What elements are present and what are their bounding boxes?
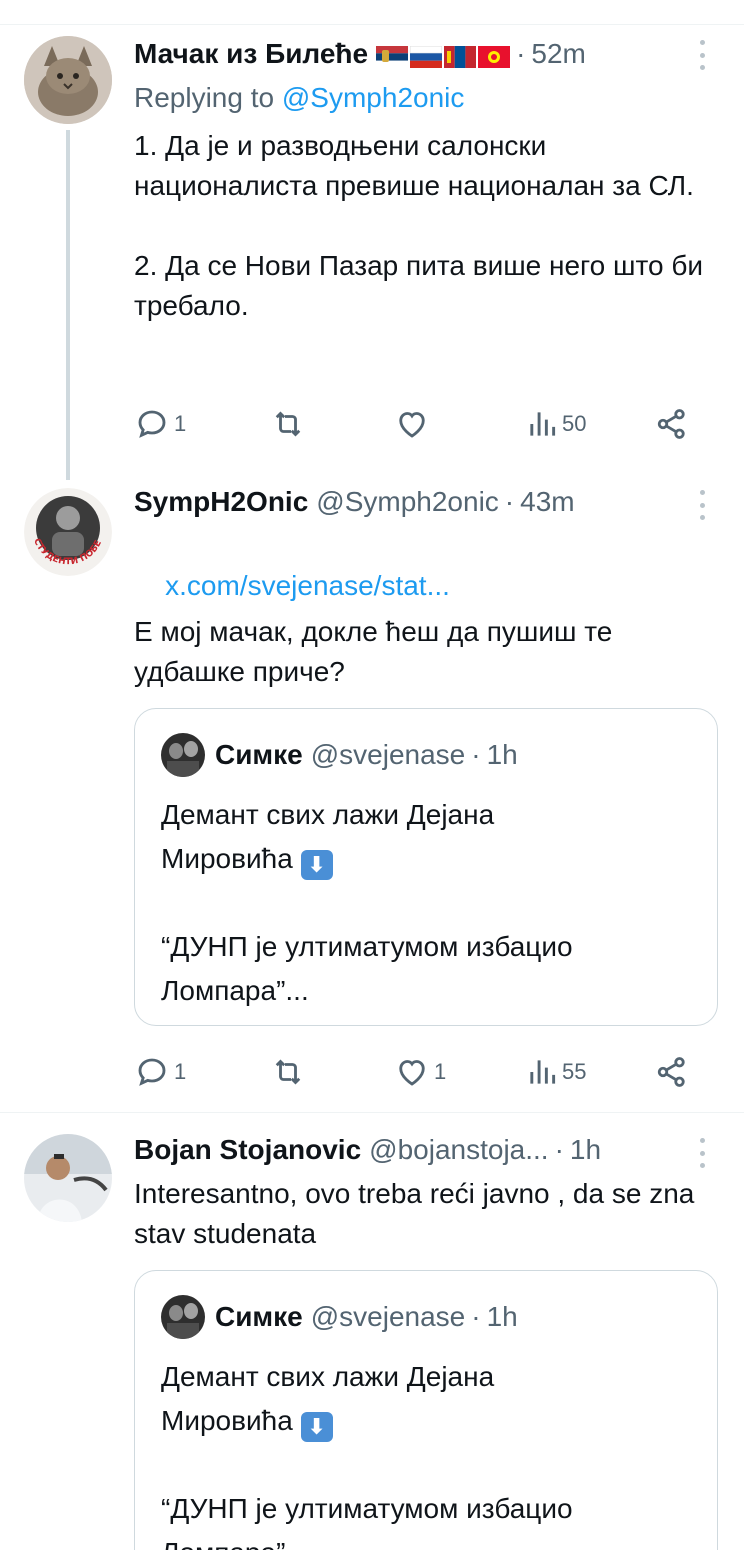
separator-dot: ·: [504, 486, 515, 517]
retweet-button[interactable]: [270, 1052, 306, 1092]
avatar[interactable]: [24, 1134, 112, 1222]
reply-icon: [134, 406, 170, 442]
timestamp[interactable]: 43m: [520, 486, 574, 518]
tweet-2[interactable]: СТУДЕНТИ ПОБЕЂУЈУ SympH2Onic @Symph2onic…: [0, 470, 744, 1110]
quote-author-name: Симке: [215, 739, 303, 770]
view-count: 50: [562, 411, 587, 436]
more-icon[interactable]: [696, 1138, 708, 1168]
author-name[interactable]: Bojan Stojanovic: [134, 1134, 361, 1166]
action-bar: 1 50: [134, 404, 694, 444]
timestamp[interactable]: 52m: [531, 38, 585, 70]
flag-emojis: [376, 43, 511, 68]
reply-count: 1: [174, 1059, 187, 1084]
tweet-header: SympH2Onic @Symph2onic · 43m: [134, 482, 714, 522]
more-icon[interactable]: [696, 490, 708, 520]
mongolia-flag-icon: [444, 43, 477, 68]
separator-dot: ·: [471, 1301, 481, 1332]
reply-count: 1: [174, 411, 187, 436]
view-count: 55: [562, 1059, 587, 1084]
tweet-text: Interesantno, ovo treba reći javno , da …: [134, 1178, 703, 1249]
quote-line: Ломпара”...: [161, 975, 309, 1006]
quoted-tweet[interactable]: Симке @svejenase · 1h Демант свих лажи Д…: [134, 708, 718, 1026]
like-button[interactable]: [394, 404, 434, 444]
reply-button[interactable]: 1: [134, 404, 186, 444]
quote-text: Демант свих лажи Дејана Мировића ⬇ “ДУНП…: [161, 1355, 697, 1550]
tweet-text: 1. Да је и разводњени салонски национали…: [134, 130, 704, 321]
author-handle[interactable]: @Symph2onic: [316, 486, 499, 518]
separator-dot: ·: [516, 38, 526, 69]
quote-timestamp: 1h: [486, 1301, 518, 1332]
replying-prefix: Replying to: [134, 82, 275, 113]
like-count: 1: [434, 1059, 447, 1084]
serbia-flag-icon: [376, 43, 409, 68]
separator-dot: ·: [554, 1134, 564, 1165]
share-button[interactable]: [654, 404, 690, 444]
replying-to: Replying to @Symph2onic: [134, 82, 464, 114]
action-bar: 1 1 55: [134, 1052, 694, 1092]
views-icon: [526, 1054, 558, 1090]
tweet-1[interactable]: Мачак из Билеће · 52m Replying to @Symph…: [0, 0, 744, 480]
thread-line: [66, 130, 70, 480]
more-icon[interactable]: [696, 40, 708, 70]
mention-link[interactable]: @Symph2onic: [282, 82, 465, 113]
views-icon: [526, 406, 558, 442]
share-icon: [654, 1054, 690, 1090]
quote-line: “ДУНП је ултиматумом избацио: [161, 1493, 573, 1524]
views-button[interactable]: 50: [526, 404, 586, 444]
retweet-icon: [270, 406, 306, 442]
quoted-tweet[interactable]: Симке @svejenase · 1h Демант свих лажи Д…: [134, 1270, 718, 1550]
tweet-text: Е мој мачак, докле ћеш да пушиш те удбаш…: [134, 616, 621, 687]
quote-line: Ломпара”: [161, 1537, 285, 1550]
views-button[interactable]: 55: [526, 1052, 586, 1092]
author-name[interactable]: SympH2Onic: [134, 486, 308, 518]
quote-header: Симке @svejenase · 1h: [161, 733, 518, 777]
like-icon: [394, 1054, 430, 1090]
reply-button[interactable]: 1: [134, 1052, 186, 1092]
tweet-3[interactable]: Bojan Stojanovic @bojanstoja... · 1h Int…: [0, 1112, 744, 1550]
quote-text: Демант свих лажи Дејана Мировића ⬇ “ДУНП…: [161, 793, 697, 1013]
russia-flag-icon: [409, 43, 443, 68]
reply-icon: [134, 1054, 170, 1090]
timestamp[interactable]: 1h: [570, 1134, 601, 1166]
author-name[interactable]: Мачак из Билеће: [134, 38, 368, 70]
avatar[interactable]: [24, 36, 112, 124]
quote-timestamp: 1h: [486, 739, 518, 770]
avatar[interactable]: СТУДЕНТИ ПОБЕЂУЈУ: [24, 488, 112, 576]
retweet-button[interactable]: [270, 404, 306, 444]
quote-line: Мировића: [161, 843, 293, 874]
quote-avatar[interactable]: [161, 1295, 205, 1339]
share-button[interactable]: [654, 1052, 690, 1092]
quote-author-name: Симке: [215, 1301, 303, 1332]
tweet-header: Мачак из Билеће · 52m: [134, 34, 714, 74]
quote-line: Демант свих лажи Дејана: [161, 799, 495, 830]
quote-line: Мировића: [161, 1405, 293, 1436]
down-arrow-emoji: ⬇: [300, 1412, 333, 1442]
retweet-icon: [270, 1054, 306, 1090]
url-link[interactable]: x.com/svejenase/stat...: [165, 570, 450, 601]
quote-avatar[interactable]: [161, 733, 205, 777]
like-icon: [394, 406, 430, 442]
like-button[interactable]: 1: [394, 1052, 446, 1092]
separator-dot: ·: [471, 739, 481, 770]
quote-author-handle: @svejenase: [310, 1301, 466, 1332]
down-arrow-emoji: ⬇: [300, 850, 333, 880]
quote-line: Демант свих лажи Дејана: [161, 1361, 495, 1392]
tweet-header: Bojan Stojanovic @bojanstoja... · 1h: [134, 1130, 714, 1170]
share-icon: [654, 406, 690, 442]
quote-line: “ДУНП је ултиматумом избацио: [161, 931, 573, 962]
quote-author-handle: @svejenase: [310, 739, 466, 770]
author-handle[interactable]: @bojanstoja...: [369, 1134, 548, 1166]
quote-header: Симке @svejenase · 1h: [161, 1295, 518, 1339]
kyrgyzstan-flag-icon: [478, 43, 511, 68]
